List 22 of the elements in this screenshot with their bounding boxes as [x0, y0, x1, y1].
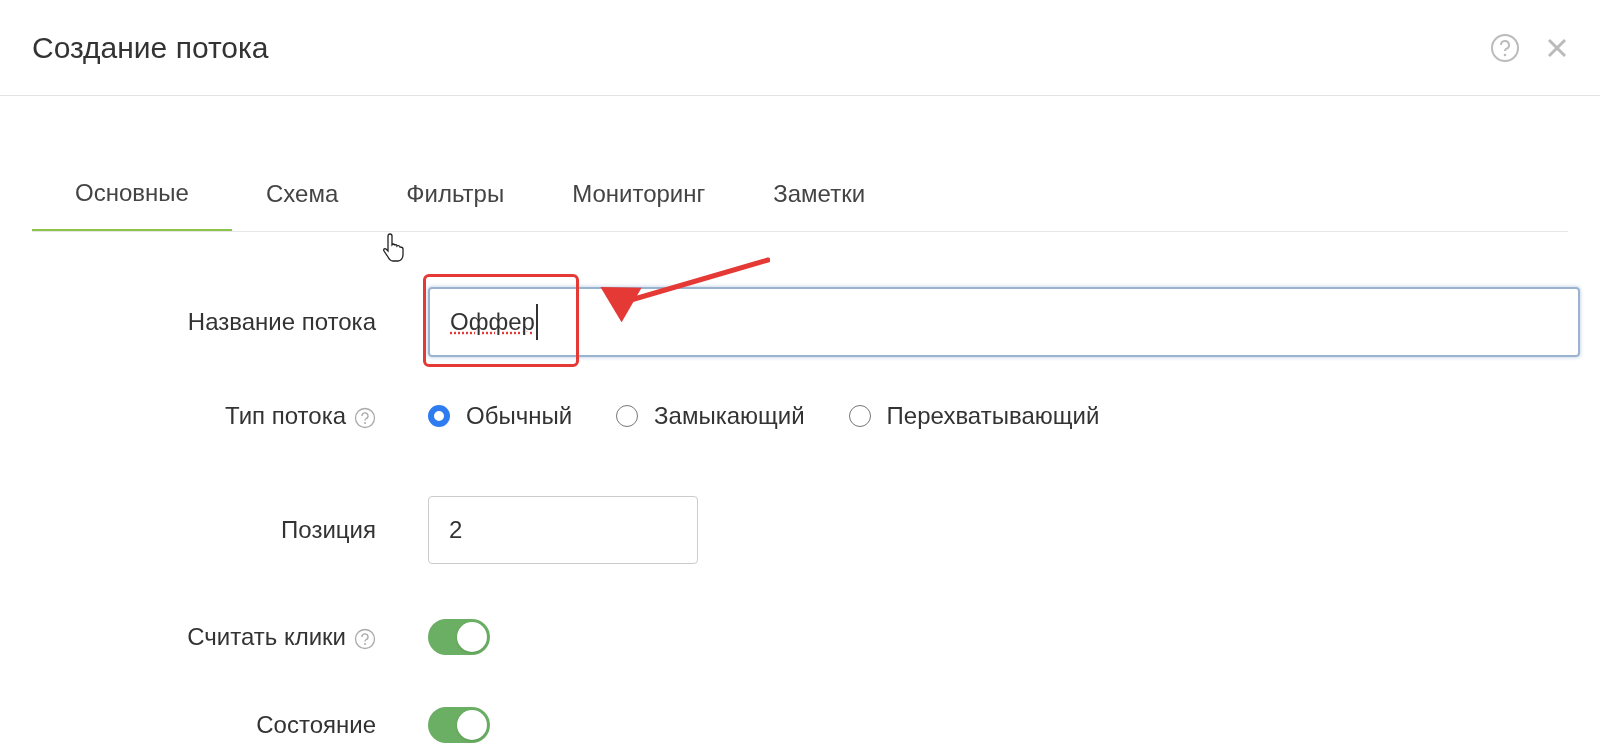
radio-option[interactable]: Перехватывающий — [848, 398, 1100, 434]
close-icon[interactable] — [1546, 36, 1568, 59]
toggle-switch[interactable] — [428, 707, 490, 743]
dialog-title: Создание потока — [32, 30, 269, 66]
radio-option[interactable]: Обычный — [428, 398, 573, 434]
help-icon[interactable] — [354, 628, 376, 650]
field-label: Тип потока — [225, 401, 346, 431]
radio-option[interactable]: Замыкающий — [616, 398, 805, 434]
position-input-field[interactable]: 2 — [428, 496, 698, 564]
field-label: Название потока — [187, 307, 376, 337]
help-icon[interactable] — [354, 407, 376, 429]
toggle-switch[interactable] — [428, 619, 490, 655]
tab[interactable]: Схема — [232, 156, 373, 231]
tab[interactable]: Основные — [32, 156, 232, 231]
field-label: Состояние — [256, 710, 376, 740]
tab[interactable]: Заметки — [739, 156, 900, 231]
pointer-cursor-icon — [383, 232, 407, 262]
help-icon[interactable] — [1490, 32, 1520, 63]
field-label: Считать клики — [187, 622, 346, 652]
tab[interactable]: Мониторинг — [538, 156, 740, 231]
field-label: Позиция — [281, 515, 376, 545]
tab[interactable]: Фильтры — [372, 156, 539, 231]
